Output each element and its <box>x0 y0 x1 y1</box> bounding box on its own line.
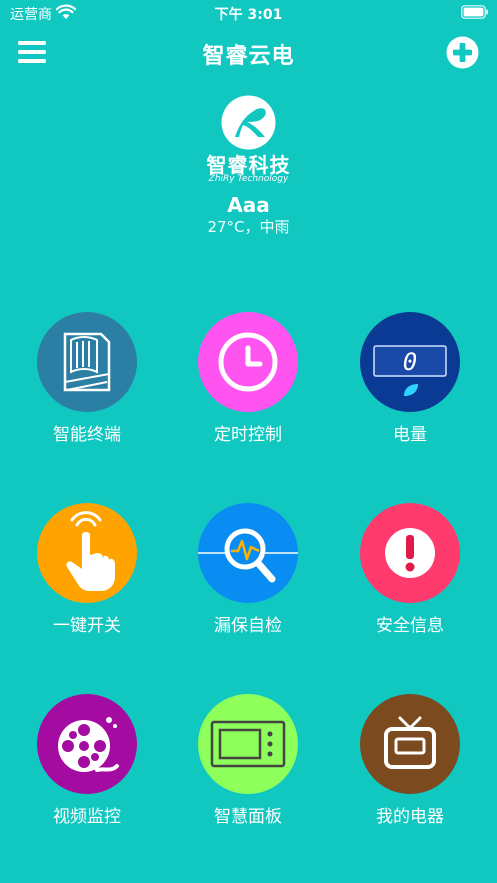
tile-smart-terminal[interactable]: 智能终端 <box>17 312 157 452</box>
tile-label: 智能终端 <box>53 425 121 445</box>
clock-icon <box>198 312 298 412</box>
tile-label: 视频监控 <box>53 807 121 827</box>
logo-icon <box>221 95 276 150</box>
tile-one-key-switch[interactable]: 一键开关 <box>17 503 157 643</box>
terminal-icon <box>37 312 137 412</box>
page-title: 智睿云电 <box>202 44 295 69</box>
tile-electricity[interactable]: 0 电量 <box>340 312 480 452</box>
tile-label: 智慧面板 <box>214 807 282 827</box>
tile-label: 我的电器 <box>376 807 444 827</box>
tile-my-appliances[interactable]: 我的电器 <box>340 694 480 834</box>
tile-label: 安全信息 <box>376 616 444 636</box>
magnifier-pulse-icon <box>198 503 298 603</box>
status-bar: 运营商 下午 3:01 <box>0 0 497 26</box>
tile-leakage-self-check[interactable]: 漏保自检 <box>178 503 318 643</box>
tile-video-monitor[interactable]: 视频监控 <box>17 694 157 834</box>
tile-smart-panel[interactable]: 智慧面板 <box>178 694 318 834</box>
tile-label: 一键开关 <box>53 616 121 636</box>
weather-info: 27°C，中雨 <box>207 218 290 236</box>
tap-hand-icon <box>37 503 137 603</box>
status-time: 下午 3:01 <box>214 7 283 23</box>
tile-timer-control[interactable]: 定时控制 <box>178 312 318 452</box>
add-icon[interactable] <box>446 36 479 69</box>
alert-icon <box>360 503 460 603</box>
tile-label: 漏保自检 <box>214 616 282 636</box>
user-name: Aaa <box>227 193 270 217</box>
logo-subtitle: ZhiRy Technology <box>208 174 289 184</box>
meter-value: 0 <box>403 348 417 376</box>
panel-icon <box>198 694 298 794</box>
tile-label: 定时控制 <box>214 425 282 445</box>
battery-icon <box>461 5 488 19</box>
tv-icon <box>360 694 460 794</box>
film-reel-icon <box>37 694 137 794</box>
nav-bar: 智睿云电 <box>0 26 497 80</box>
meter-icon: 0 <box>360 312 460 412</box>
tile-security-info[interactable]: 安全信息 <box>340 503 480 643</box>
tile-label: 电量 <box>393 425 427 445</box>
